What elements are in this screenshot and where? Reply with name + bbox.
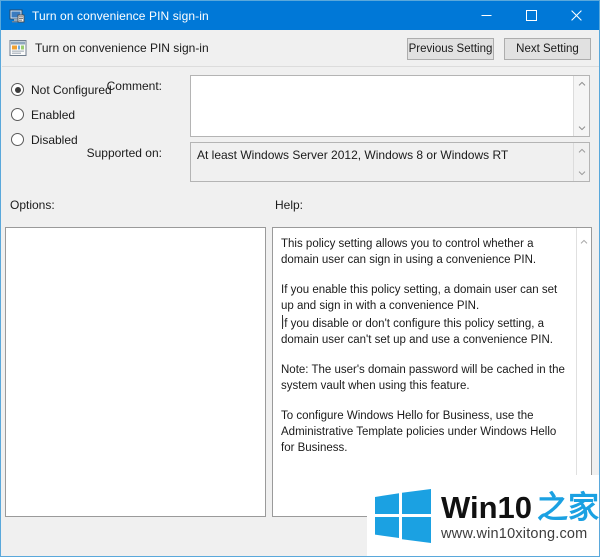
maximize-button[interactable]: [509, 1, 554, 30]
setting-state-section: Not Configured Enabled Disabled Comment:: [2, 67, 599, 189]
help-paragraph-5: To configure Windows Hello for Business,…: [281, 410, 557, 454]
help-paragraph-1: This policy setting allows you to contro…: [281, 238, 537, 266]
close-button[interactable]: [554, 1, 599, 30]
comment-textbox[interactable]: [190, 75, 590, 137]
watermark-brand: Win10 之家: [441, 489, 600, 525]
policy-window-icon: [9, 8, 25, 24]
radio-indicator-disabled: [11, 133, 24, 146]
site-watermark: Win10 之家 www.win10xitong.com: [367, 475, 600, 556]
next-setting-button[interactable]: Next Setting: [504, 38, 591, 60]
radio-indicator-not-configured: [11, 83, 24, 96]
comment-label: Comment:: [106, 79, 162, 93]
supported-on-label: Supported on:: [86, 146, 162, 160]
chevron-down-icon[interactable]: [574, 168, 590, 178]
chevron-up-icon[interactable]: [580, 232, 588, 250]
help-text-content[interactable]: This policy setting allows you to contro…: [273, 228, 576, 516]
previous-setting-button[interactable]: Previous Setting: [407, 38, 494, 60]
policy-setting-window: Turn on convenience PIN sign-in Turn on …: [0, 0, 600, 557]
watermark-brand-cn: 之家: [537, 489, 600, 525]
radio-enabled[interactable]: Enabled: [11, 102, 121, 127]
comment-scrollbar[interactable]: [573, 76, 589, 136]
window-title: Turn on convenience PIN sign-in: [32, 8, 209, 23]
help-scrollbar[interactable]: [576, 228, 591, 516]
help-paragraph-3: If you disable or don't configure this p…: [281, 318, 553, 346]
radio-label-enabled: Enabled: [31, 107, 76, 122]
help-label: Help:: [275, 198, 304, 212]
comment-value[interactable]: [191, 76, 573, 136]
watermark-url: www.win10xitong.com: [441, 525, 588, 542]
setting-header-title: Turn on convenience PIN sign-in: [35, 41, 209, 55]
help-panel[interactable]: This policy setting allows you to contro…: [272, 227, 592, 517]
setting-header-bar: Turn on convenience PIN sign-in Previous…: [2, 30, 599, 67]
radio-indicator-enabled: [11, 108, 24, 121]
options-panel[interactable]: [5, 227, 266, 517]
chevron-down-icon[interactable]: [574, 123, 590, 133]
windows-logo-icon: [375, 489, 431, 543]
supported-on-scrollbar[interactable]: [573, 143, 589, 181]
navigation-buttons: Previous Setting Next Setting: [407, 38, 591, 60]
title-bar[interactable]: Turn on convenience PIN sign-in: [1, 1, 599, 30]
policy-setting-icon: [9, 39, 27, 57]
help-paragraph-2: If you enable this policy setting, a dom…: [281, 284, 558, 312]
watermark-text: Win10 之家 www.win10xitong.com: [441, 489, 600, 542]
chevron-up-icon[interactable]: [574, 79, 590, 89]
supported-on-value: At least Windows Server 2012, Windows 8 …: [197, 148, 509, 162]
watermark-brand-en: Win10: [441, 489, 533, 525]
help-paragraph-4: Note: The user's domain password will be…: [281, 364, 565, 392]
supported-on-textbox: At least Windows Server 2012, Windows 8 …: [190, 142, 590, 182]
radio-label-disabled: Disabled: [31, 132, 78, 147]
chevron-up-icon[interactable]: [574, 146, 590, 156]
minimize-button[interactable]: [464, 1, 509, 30]
options-label: Options:: [10, 198, 55, 212]
window-controls: [464, 1, 599, 30]
